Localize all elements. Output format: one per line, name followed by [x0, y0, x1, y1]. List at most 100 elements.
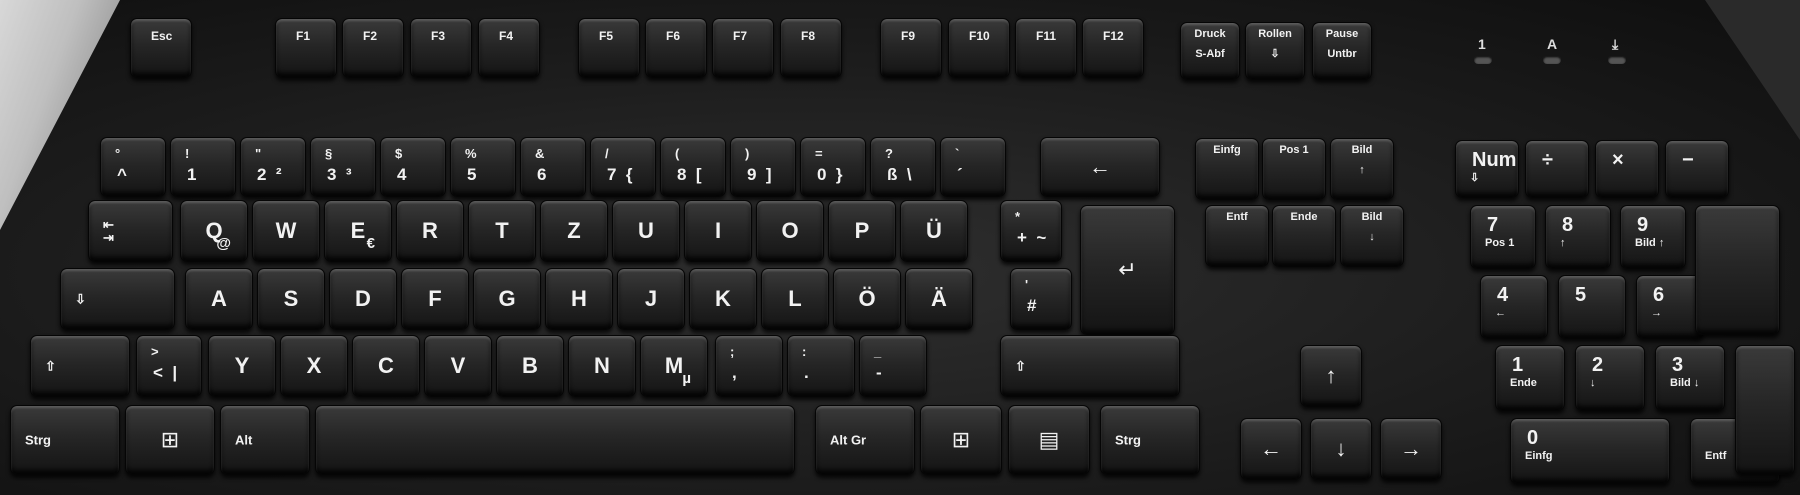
key-f7[interactable]: F7: [712, 18, 774, 78]
key-number-row[interactable]: & 6: [520, 137, 586, 197]
numpad-key-plus[interactable]: [1695, 205, 1780, 335]
key-letter[interactable]: T: [468, 200, 536, 262]
key-number-row[interactable]: ? ß \: [870, 137, 936, 197]
key-letter[interactable]: G: [473, 268, 541, 330]
key-angle[interactable]: > < |: [136, 335, 202, 397]
key-letter[interactable]: S: [257, 268, 325, 330]
key-shift-right[interactable]: ⇧: [1000, 335, 1180, 397]
key-f2[interactable]: F2: [342, 18, 404, 78]
key-letter[interactable]: W: [252, 200, 320, 262]
key-letter[interactable]: F: [401, 268, 469, 330]
key-bild-down[interactable]: Bild ↓: [1340, 205, 1404, 267]
key-ende[interactable]: Ende: [1272, 205, 1336, 267]
key-f12[interactable]: F12: [1082, 18, 1144, 78]
numpad-key-n4[interactable]: 4 ←: [1480, 275, 1548, 339]
key-pause[interactable]: Pause Untbr: [1312, 22, 1372, 80]
key-plus[interactable]: * + ~: [1000, 200, 1062, 262]
key-letter[interactable]: P: [828, 200, 896, 262]
key-arrow-down[interactable]: ↓: [1310, 418, 1372, 480]
key-letter[interactable]: B: [496, 335, 564, 397]
key-arrow-up[interactable]: ↑: [1300, 345, 1362, 407]
key-letter[interactable]: E €: [324, 200, 392, 262]
numpad-key-n1[interactable]: 1 Ende: [1495, 345, 1565, 411]
key-letter[interactable]: U: [612, 200, 680, 262]
key-esc[interactable]: Esc: [130, 18, 192, 78]
key-letter[interactable]: X: [280, 335, 348, 397]
key-bild-up[interactable]: Bild ↑: [1330, 138, 1394, 200]
key-shift-left[interactable]: ⇧: [30, 335, 130, 397]
key-arrow-right[interactable]: →: [1380, 418, 1442, 480]
key-number-row[interactable]: $4: [380, 137, 446, 197]
key-punctuation[interactable]: :.: [787, 335, 855, 397]
key-letter[interactable]: N: [568, 335, 636, 397]
key-number-row[interactable]: ! 1: [170, 137, 236, 197]
key-menu[interactable]: ▤: [1008, 405, 1090, 475]
key-punctuation[interactable]: _ -: [859, 335, 927, 397]
key-punctuation[interactable]: ;,: [715, 335, 783, 397]
key-number-row[interactable]: § 3 ³: [310, 137, 376, 197]
numpad-key-minus[interactable]: −: [1665, 140, 1729, 198]
key-letter[interactable]: Mµ: [640, 335, 708, 397]
key-number-row[interactable]: % 5: [450, 137, 516, 197]
key-letter[interactable]: I: [684, 200, 752, 262]
numpad-key-div[interactable]: ÷: [1525, 140, 1589, 198]
numpad-key-mul[interactable]: ×: [1595, 140, 1659, 198]
key-letter[interactable]: H: [545, 268, 613, 330]
key-alt[interactable]: Alt: [220, 405, 310, 475]
key-ctrl-right[interactable]: Strg: [1100, 405, 1200, 475]
key-f6[interactable]: F6: [645, 18, 707, 78]
key-tab[interactable]: ⇤ ⇥: [88, 200, 173, 262]
key-f11[interactable]: F11: [1015, 18, 1077, 78]
key-letter[interactable]: V: [424, 335, 492, 397]
key-letter[interactable]: Q @: [180, 200, 248, 262]
key-caps-lock[interactable]: ⇩: [60, 268, 175, 330]
numpad-key-n0[interactable]: 0 Einfg: [1510, 418, 1670, 484]
numpad-key-n2[interactable]: 2 ↓: [1575, 345, 1645, 411]
key-backspace[interactable]: ←: [1040, 137, 1160, 197]
key-number-row[interactable]: / 7 {: [590, 137, 656, 197]
key-alt-gr[interactable]: Alt Gr: [815, 405, 915, 475]
key-number-row[interactable]: " 2 ²: [240, 137, 306, 197]
key-druck[interactable]: Druck S-Abf: [1180, 22, 1240, 80]
key-letter[interactable]: Ä: [905, 268, 973, 330]
numpad-key-num[interactable]: Num ⇩: [1455, 140, 1519, 198]
key-f1[interactable]: F1: [275, 18, 337, 78]
key-entf[interactable]: Entf: [1205, 205, 1269, 267]
numpad-key-n9[interactable]: 9 Bild ↑: [1620, 205, 1686, 269]
key-letter[interactable]: Y: [208, 335, 276, 397]
numpad-key-n6[interactable]: 6 →: [1636, 275, 1704, 339]
key-f4[interactable]: F4: [478, 18, 540, 78]
key-einfg[interactable]: Einfg: [1195, 138, 1259, 200]
key-letter[interactable]: O: [756, 200, 824, 262]
key-letter[interactable]: Ö: [833, 268, 901, 330]
key-f8[interactable]: F8: [780, 18, 842, 78]
key-letter[interactable]: Ü: [900, 200, 968, 262]
key-f9[interactable]: F9: [880, 18, 942, 78]
key-f10[interactable]: F10: [948, 18, 1010, 78]
key-ctrl-left[interactable]: Strg: [10, 405, 120, 475]
key-hash[interactable]: ' #: [1010, 268, 1072, 330]
numpad-key-n8[interactable]: 8 ↑: [1545, 205, 1611, 269]
key-number-row[interactable]: ° ^: [100, 137, 166, 197]
key-enter[interactable]: ↵: [1080, 205, 1175, 335]
numpad-key-n5[interactable]: 5: [1558, 275, 1626, 339]
key-number-row[interactable]: ) 9 ]: [730, 137, 796, 197]
key-letter[interactable]: L: [761, 268, 829, 330]
key-rollen[interactable]: Rollen ⇩: [1245, 22, 1305, 80]
key-space[interactable]: [315, 405, 795, 475]
key-windows-right[interactable]: ⊞: [920, 405, 1002, 475]
key-letter[interactable]: A: [185, 268, 253, 330]
numpad-key-enter[interactable]: [1735, 345, 1795, 475]
key-arrow-left[interactable]: ←: [1240, 418, 1302, 480]
numpad-key-n3[interactable]: 3 Bild ↓: [1655, 345, 1725, 411]
key-windows-left[interactable]: ⊞: [125, 405, 215, 475]
key-number-row[interactable]: = 0 }: [800, 137, 866, 197]
key-letter[interactable]: Z: [540, 200, 608, 262]
numpad-key-n7[interactable]: 7 Pos 1: [1470, 205, 1536, 269]
key-letter[interactable]: J: [617, 268, 685, 330]
key-number-row[interactable]: (8 [: [660, 137, 726, 197]
key-letter[interactable]: K: [689, 268, 757, 330]
key-f5[interactable]: F5: [578, 18, 640, 78]
key-pos1[interactable]: Pos 1: [1262, 138, 1326, 200]
key-number-row[interactable]: ` ´: [940, 137, 1006, 197]
